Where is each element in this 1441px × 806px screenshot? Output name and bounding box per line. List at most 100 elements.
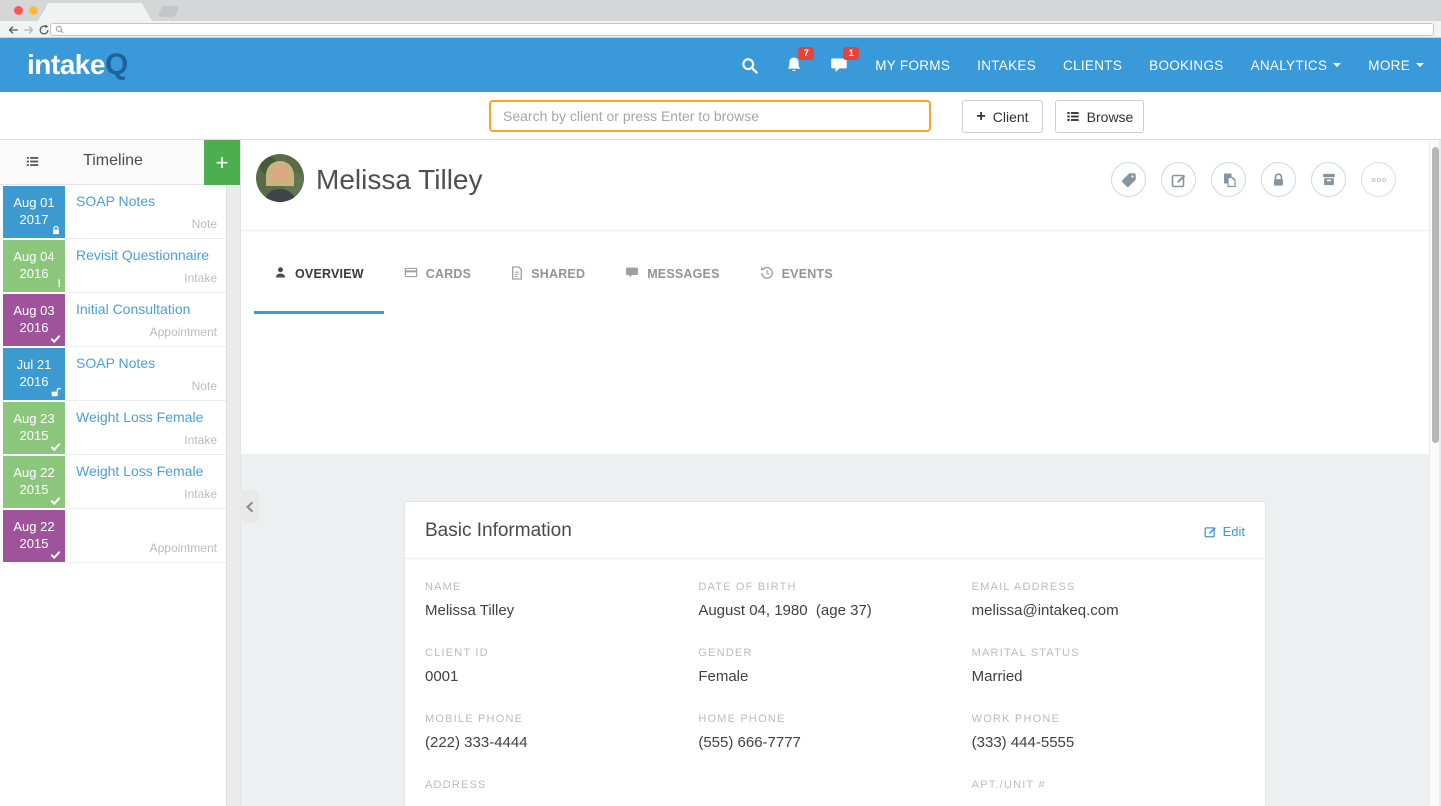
field-client-id: CLIENT ID 0001 (425, 647, 698, 687)
browser-toolbar (0, 21, 1441, 38)
client-name: Melissa Tilley (316, 164, 482, 196)
overview-content: Basic Information Edit NAME Melissa Till… (241, 454, 1430, 806)
forward-button[interactable] (23, 24, 35, 36)
tab-cards[interactable]: CARDS (384, 267, 491, 314)
timeline-item-type: Appointment (150, 325, 217, 339)
check-icon (50, 333, 61, 344)
refresh-icon[interactable] (38, 24, 50, 36)
client-header: Melissa Tilley (241, 140, 1429, 231)
lock-icon (1271, 172, 1286, 188)
timeline-item-title[interactable] (65, 509, 226, 517)
browse-button[interactable]: Browse (1055, 100, 1144, 133)
intakeq-logo[interactable]: intakeQ (27, 48, 128, 82)
copy-button[interactable] (1211, 162, 1246, 197)
timeline-item-title[interactable]: SOAP Notes (65, 185, 226, 209)
timeline-item-type: Appointment (150, 541, 217, 555)
notification-count-badge: 7 (798, 47, 814, 60)
timeline-item-title[interactable]: SOAP Notes (65, 347, 226, 371)
field-work-phone: WORK PHONE (333) 444-5555 (972, 713, 1245, 753)
timeline-item-title[interactable]: Initial Consultation (65, 293, 226, 317)
timeline-date-badge: Aug 032016 (3, 294, 65, 346)
timeline-date-badge: Aug 042016 ! (3, 240, 65, 292)
timeline-item[interactable]: Aug 232015 Weight Loss Female Intake (0, 401, 226, 455)
timeline-item-type: Note (192, 217, 217, 231)
timeline-header: Timeline + (0, 140, 226, 185)
timeline-item[interactable]: Aug 222015 Weight Loss Female Intake (0, 455, 226, 509)
nav-intakes[interactable]: INTAKES (977, 58, 1036, 73)
archive-button[interactable] (1311, 162, 1346, 197)
field-marital-status: MARITAL STATUS Married (972, 647, 1245, 687)
field-apt-unit: APT./UNIT # (972, 779, 1245, 806)
back-button[interactable] (7, 24, 19, 36)
timeline-date-badge: Jul 212016 (3, 348, 65, 400)
timeline-item-title[interactable]: Weight Loss Female (65, 455, 226, 479)
field-address: ADDRESS 14 S Las Vegas Blvd, Las Vegas, … (425, 779, 972, 806)
lock-button[interactable] (1261, 162, 1296, 197)
add-client-button[interactable]: + Client (962, 100, 1043, 133)
timeline-item-title[interactable]: Weight Loss Female (65, 401, 226, 425)
map-pin-icon[interactable] (763, 798, 838, 806)
history-icon (760, 266, 774, 280)
scrollbar-thumb[interactable] (1432, 147, 1439, 443)
new-tab-button[interactable] (158, 6, 179, 17)
url-bar[interactable] (50, 23, 1434, 36)
field-home-phone: HOME PHONE (555) 666-7777 (698, 713, 971, 753)
search-icon[interactable] (741, 57, 758, 74)
add-timeline-item-button[interactable]: + (204, 140, 240, 185)
tab-overview[interactable]: OVERVIEW (254, 267, 384, 314)
credit-card-icon (404, 266, 418, 279)
minimize-window-button[interactable] (29, 6, 38, 15)
nav-bookings[interactable]: BOOKINGS (1149, 58, 1223, 73)
edit-button[interactable] (1161, 162, 1196, 197)
chevron-down-icon (1333, 63, 1341, 67)
tag-button[interactable] (1111, 162, 1146, 197)
edit-basic-info-link[interactable]: Edit (1204, 524, 1245, 539)
chat-bubble-icon (625, 266, 639, 279)
timeline-item[interactable]: Aug 012017 SOAP Notes Note (0, 185, 226, 239)
timeline-item[interactable]: Aug 042016 ! Revisit Questionnaire Intak… (0, 239, 226, 293)
timeline-item[interactable]: Aug 222015 Appointment (0, 509, 226, 563)
tab-shared[interactable]: SHARED (491, 267, 605, 314)
check-icon (50, 495, 61, 506)
basic-info-card: Basic Information Edit NAME Melissa Till… (404, 501, 1266, 806)
copy-icon (1221, 172, 1237, 188)
field-name: NAME Melissa Tilley (425, 581, 698, 621)
tab-events[interactable]: EVENTS (740, 267, 853, 314)
sidebar-collapse-handle[interactable] (240, 490, 259, 523)
avatar[interactable] (256, 154, 304, 202)
chevron-left-icon (244, 500, 255, 514)
pencil-square-icon (1204, 525, 1217, 538)
list-icon (1066, 110, 1080, 123)
check-icon (50, 549, 61, 560)
timeline-sidebar: Timeline + Aug 012017 SOAP Notes Note (0, 140, 227, 806)
messages-bubble-icon[interactable]: 1 (830, 56, 848, 74)
field-gender: GENDER Female (698, 647, 971, 687)
person-icon (274, 266, 287, 279)
close-window-button[interactable] (14, 6, 23, 15)
timeline-item-type: Intake (184, 487, 217, 501)
exclamation-icon: ! (57, 279, 61, 290)
timeline-date-badge: Aug 012017 (3, 186, 65, 238)
browser-tab-bar (0, 0, 1441, 21)
notifications-bell-icon[interactable]: 7 (785, 56, 803, 74)
timeline-item[interactable]: Jul 212016 SOAP Notes Note (0, 347, 226, 401)
timeline-item-title[interactable]: Revisit Questionnaire (65, 239, 226, 263)
chevron-down-icon (1416, 63, 1424, 67)
field-email-address: EMAIL ADDRESS melissa@intakeq.com (972, 581, 1245, 621)
nav-clients[interactable]: CLIENTS (1063, 58, 1122, 73)
vertical-scrollbar (1429, 140, 1439, 806)
client-search-input[interactable] (489, 100, 931, 132)
tag-icon (1121, 172, 1137, 188)
browser-tab[interactable] (38, 3, 152, 21)
tab-messages[interactable]: MESSAGES (605, 267, 739, 314)
timeline-item[interactable]: Aug 032016 Initial Consultation Appointm… (0, 293, 226, 347)
more-actions-button[interactable] (1361, 162, 1396, 197)
nav-my-forms[interactable]: MY FORMS (875, 58, 950, 73)
nav-more[interactable]: MORE (1368, 58, 1424, 73)
timeline-title: Timeline (0, 152, 226, 170)
field-date-of-birth: DATE OF BIRTH August 04, 1980 (age 37) (698, 581, 971, 621)
app-screen: intakeQ 7 1 MY FORMS INTAKES CLIENTS BOO… (0, 0, 1441, 806)
timeline-date-badge: Aug 222015 (3, 510, 65, 562)
unlock-icon (50, 387, 61, 398)
nav-analytics[interactable]: ANALYTICS (1251, 58, 1342, 73)
